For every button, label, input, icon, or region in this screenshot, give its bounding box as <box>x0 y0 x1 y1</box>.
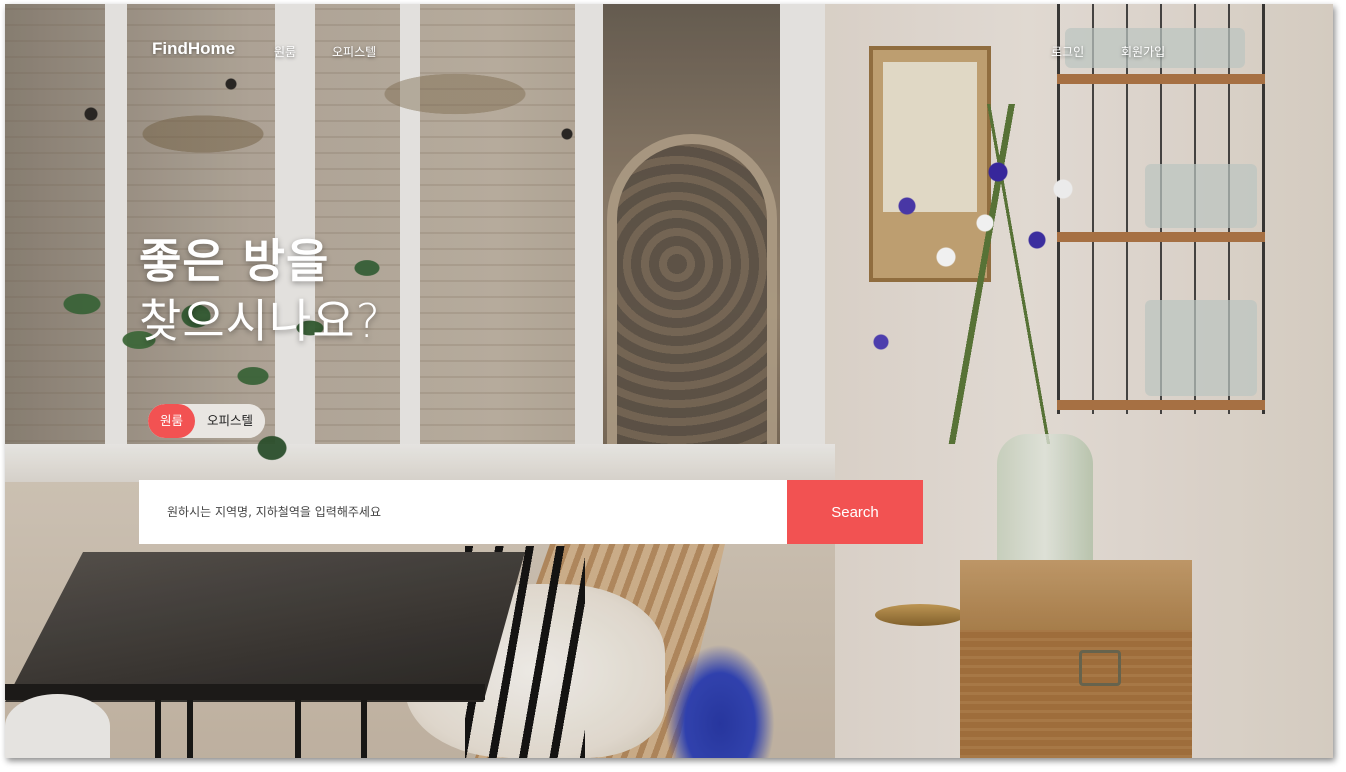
search-bar: Search <box>139 480 923 544</box>
browser-viewport: FindHome 원룸 오피스텔 로그인 회원가입 좋은 방을 찾으시나요? 원… <box>5 4 1333 758</box>
hero-heading-line1: 좋은 방을 <box>139 234 330 288</box>
hero-heading-line2: 찾으시나요? <box>139 294 382 348</box>
hero-background-photo <box>5 4 1333 758</box>
top-navigation: FindHome 원룸 오피스텔 로그인 회원가입 <box>5 4 1333 100</box>
room-type-toggle: 원룸 오피스텔 <box>148 404 266 438</box>
image-overlay <box>5 4 1333 758</box>
site-logo[interactable]: FindHome <box>152 39 235 59</box>
nav-link-oneroom[interactable]: 원룸 <box>274 43 296 60</box>
search-input[interactable] <box>139 480 787 544</box>
room-type-officetel-button[interactable]: 오피스텔 <box>195 404 266 438</box>
search-button[interactable]: Search <box>787 480 923 544</box>
nav-link-officetel[interactable]: 오피스텔 <box>332 43 376 60</box>
nav-link-login[interactable]: 로그인 <box>1051 43 1084 60</box>
hero-heading: 좋은 방을 찾으시나요? <box>139 232 381 352</box>
nav-link-signup[interactable]: 회원가입 <box>1121 43 1165 60</box>
room-type-oneroom-button[interactable]: 원룸 <box>148 404 196 438</box>
